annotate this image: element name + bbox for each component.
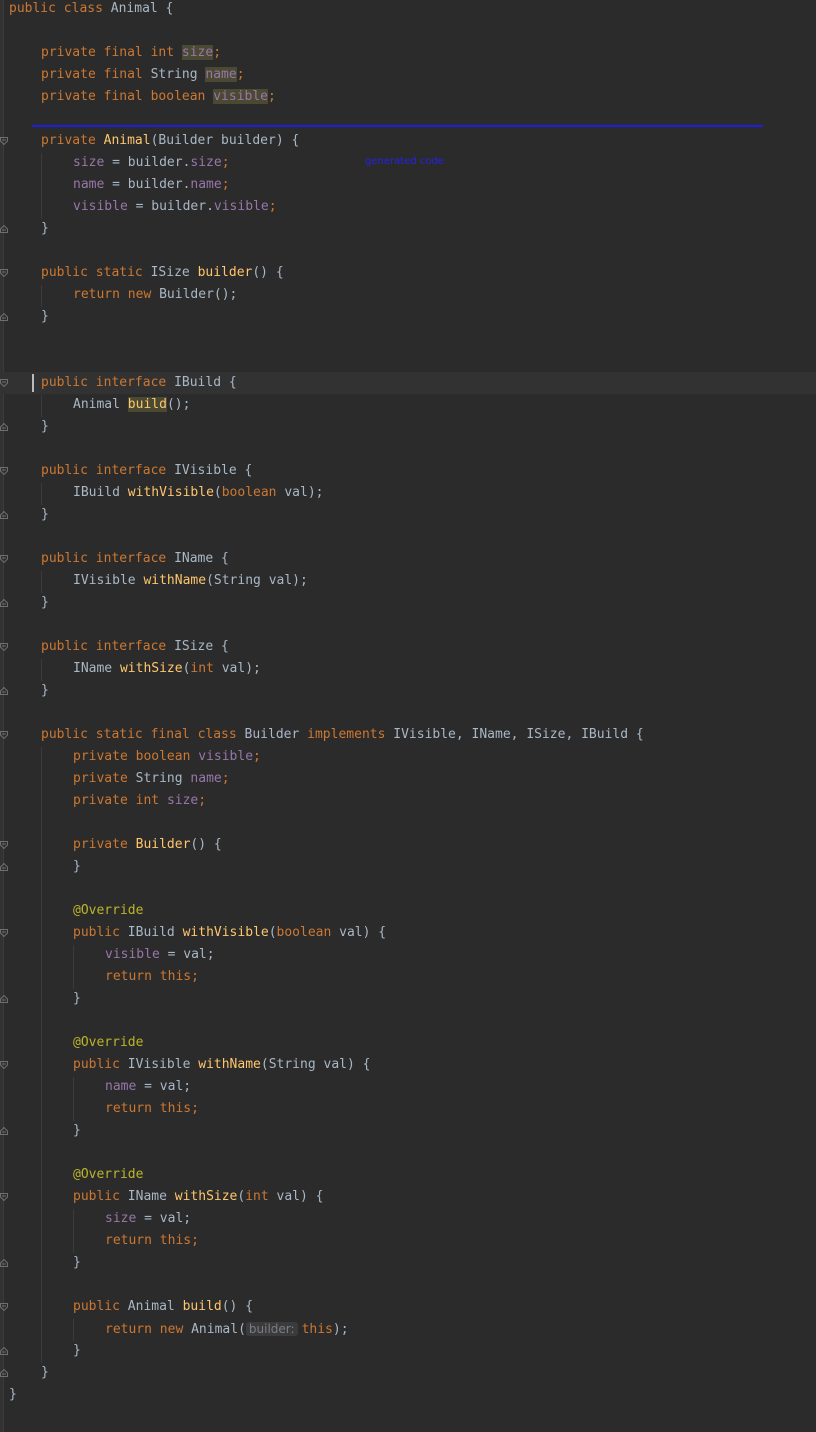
code-line: } bbox=[73, 859, 81, 874]
code-line: name = val; bbox=[105, 1079, 192, 1094]
code-line: public IVisible withName(String val) { bbox=[73, 1057, 371, 1072]
code-line: } bbox=[41, 1365, 49, 1380]
code-line: private final int size; bbox=[41, 45, 222, 60]
code-line: IVisible withName(String val); bbox=[73, 573, 308, 588]
fold-open-icon[interactable] bbox=[0, 643, 8, 651]
fold-close-icon[interactable] bbox=[0, 687, 8, 695]
fold-close-icon[interactable] bbox=[0, 1369, 8, 1377]
code-line: return new Animal(builder: this); bbox=[105, 1322, 349, 1337]
code-line: public IBuild withVisible(boolean val) { bbox=[73, 925, 387, 940]
text-cursor bbox=[32, 374, 34, 392]
code-line: public static final class Builder implem… bbox=[41, 727, 644, 742]
fold-close-icon[interactable] bbox=[0, 511, 8, 519]
code-line: size = val; bbox=[105, 1211, 192, 1226]
code-line: } bbox=[73, 1123, 81, 1138]
code-line: visible = builder.visible; bbox=[73, 199, 277, 214]
fold-close-icon[interactable] bbox=[0, 1127, 8, 1135]
code-line: return this; bbox=[105, 1101, 199, 1116]
fold-open-icon[interactable] bbox=[0, 731, 8, 739]
fold-close-icon[interactable] bbox=[0, 599, 8, 607]
parameter-hint: builder: bbox=[245, 1322, 298, 1336]
code-line: visible = val; bbox=[105, 947, 215, 962]
code-line: IName withSize(int val); bbox=[73, 661, 261, 676]
code-line: } bbox=[41, 595, 49, 610]
code-line: } bbox=[41, 221, 49, 236]
code-line: private Builder() { bbox=[73, 837, 222, 852]
code-line: size = builder.size; bbox=[73, 155, 230, 170]
fold-open-icon[interactable] bbox=[0, 929, 8, 937]
fold-open-icon[interactable] bbox=[0, 137, 8, 145]
generated-code-separator bbox=[32, 125, 763, 127]
code-line: @Override bbox=[73, 1167, 144, 1182]
fold-open-icon[interactable] bbox=[0, 555, 8, 563]
code-line: return this; bbox=[105, 969, 199, 984]
fold-open-icon[interactable] bbox=[0, 841, 8, 849]
code-line: private Animal(Builder builder) { bbox=[41, 133, 300, 148]
fold-open-icon[interactable] bbox=[0, 1061, 8, 1069]
code-line: private String name; bbox=[73, 771, 230, 786]
code-line: private final String name; bbox=[41, 67, 245, 82]
code-line: @Override bbox=[73, 1035, 144, 1050]
code-line: } bbox=[41, 419, 49, 434]
fold-open-icon[interactable] bbox=[0, 269, 8, 277]
code-line: @Override bbox=[73, 903, 144, 918]
code-line: } bbox=[41, 683, 49, 698]
code-line: public class Animal { bbox=[9, 1, 174, 16]
code-line: } bbox=[41, 507, 49, 522]
code-line: public Animal build() { bbox=[73, 1299, 254, 1314]
code-line: name = builder.name; bbox=[73, 177, 230, 192]
code-line: public interface ISize { bbox=[41, 639, 229, 654]
fold-close-icon[interactable] bbox=[0, 995, 8, 1003]
code-line: public IName withSize(int val) { bbox=[73, 1189, 324, 1204]
code-line: } bbox=[73, 1255, 81, 1270]
code-line: } bbox=[73, 991, 81, 1006]
fold-open-icon[interactable] bbox=[0, 467, 8, 475]
fold-open-icon[interactable] bbox=[0, 379, 8, 387]
fold-open-icon[interactable] bbox=[0, 1303, 8, 1311]
code-line: private boolean visible; bbox=[73, 749, 261, 764]
fold-close-icon[interactable] bbox=[0, 1259, 8, 1267]
fold-close-icon[interactable] bbox=[0, 423, 8, 431]
code-line: } bbox=[9, 1387, 17, 1402]
fold-close-icon[interactable] bbox=[0, 313, 8, 321]
fold-close-icon[interactable] bbox=[0, 225, 8, 233]
code-line: private final boolean visible; bbox=[41, 89, 276, 104]
code-line: return this; bbox=[105, 1233, 199, 1248]
fold-open-icon[interactable] bbox=[0, 1193, 8, 1201]
code-line: public interface IName { bbox=[41, 551, 229, 566]
code-line: } bbox=[41, 309, 49, 324]
code-line: Animal build(); bbox=[73, 397, 191, 412]
code-line: return new Builder(); bbox=[73, 287, 238, 302]
code-line: private int size; bbox=[73, 793, 207, 808]
code-line: } bbox=[73, 1343, 81, 1358]
fold-close-icon[interactable] bbox=[0, 1347, 8, 1355]
code-line: public static ISize builder() { bbox=[41, 265, 284, 280]
code-line: IBuild withVisible(boolean val); bbox=[73, 485, 324, 500]
code-line: public interface IVisible { bbox=[41, 463, 253, 478]
fold-close-icon[interactable] bbox=[0, 863, 8, 871]
code-line-current: public interface IBuild { bbox=[0, 372, 816, 394]
